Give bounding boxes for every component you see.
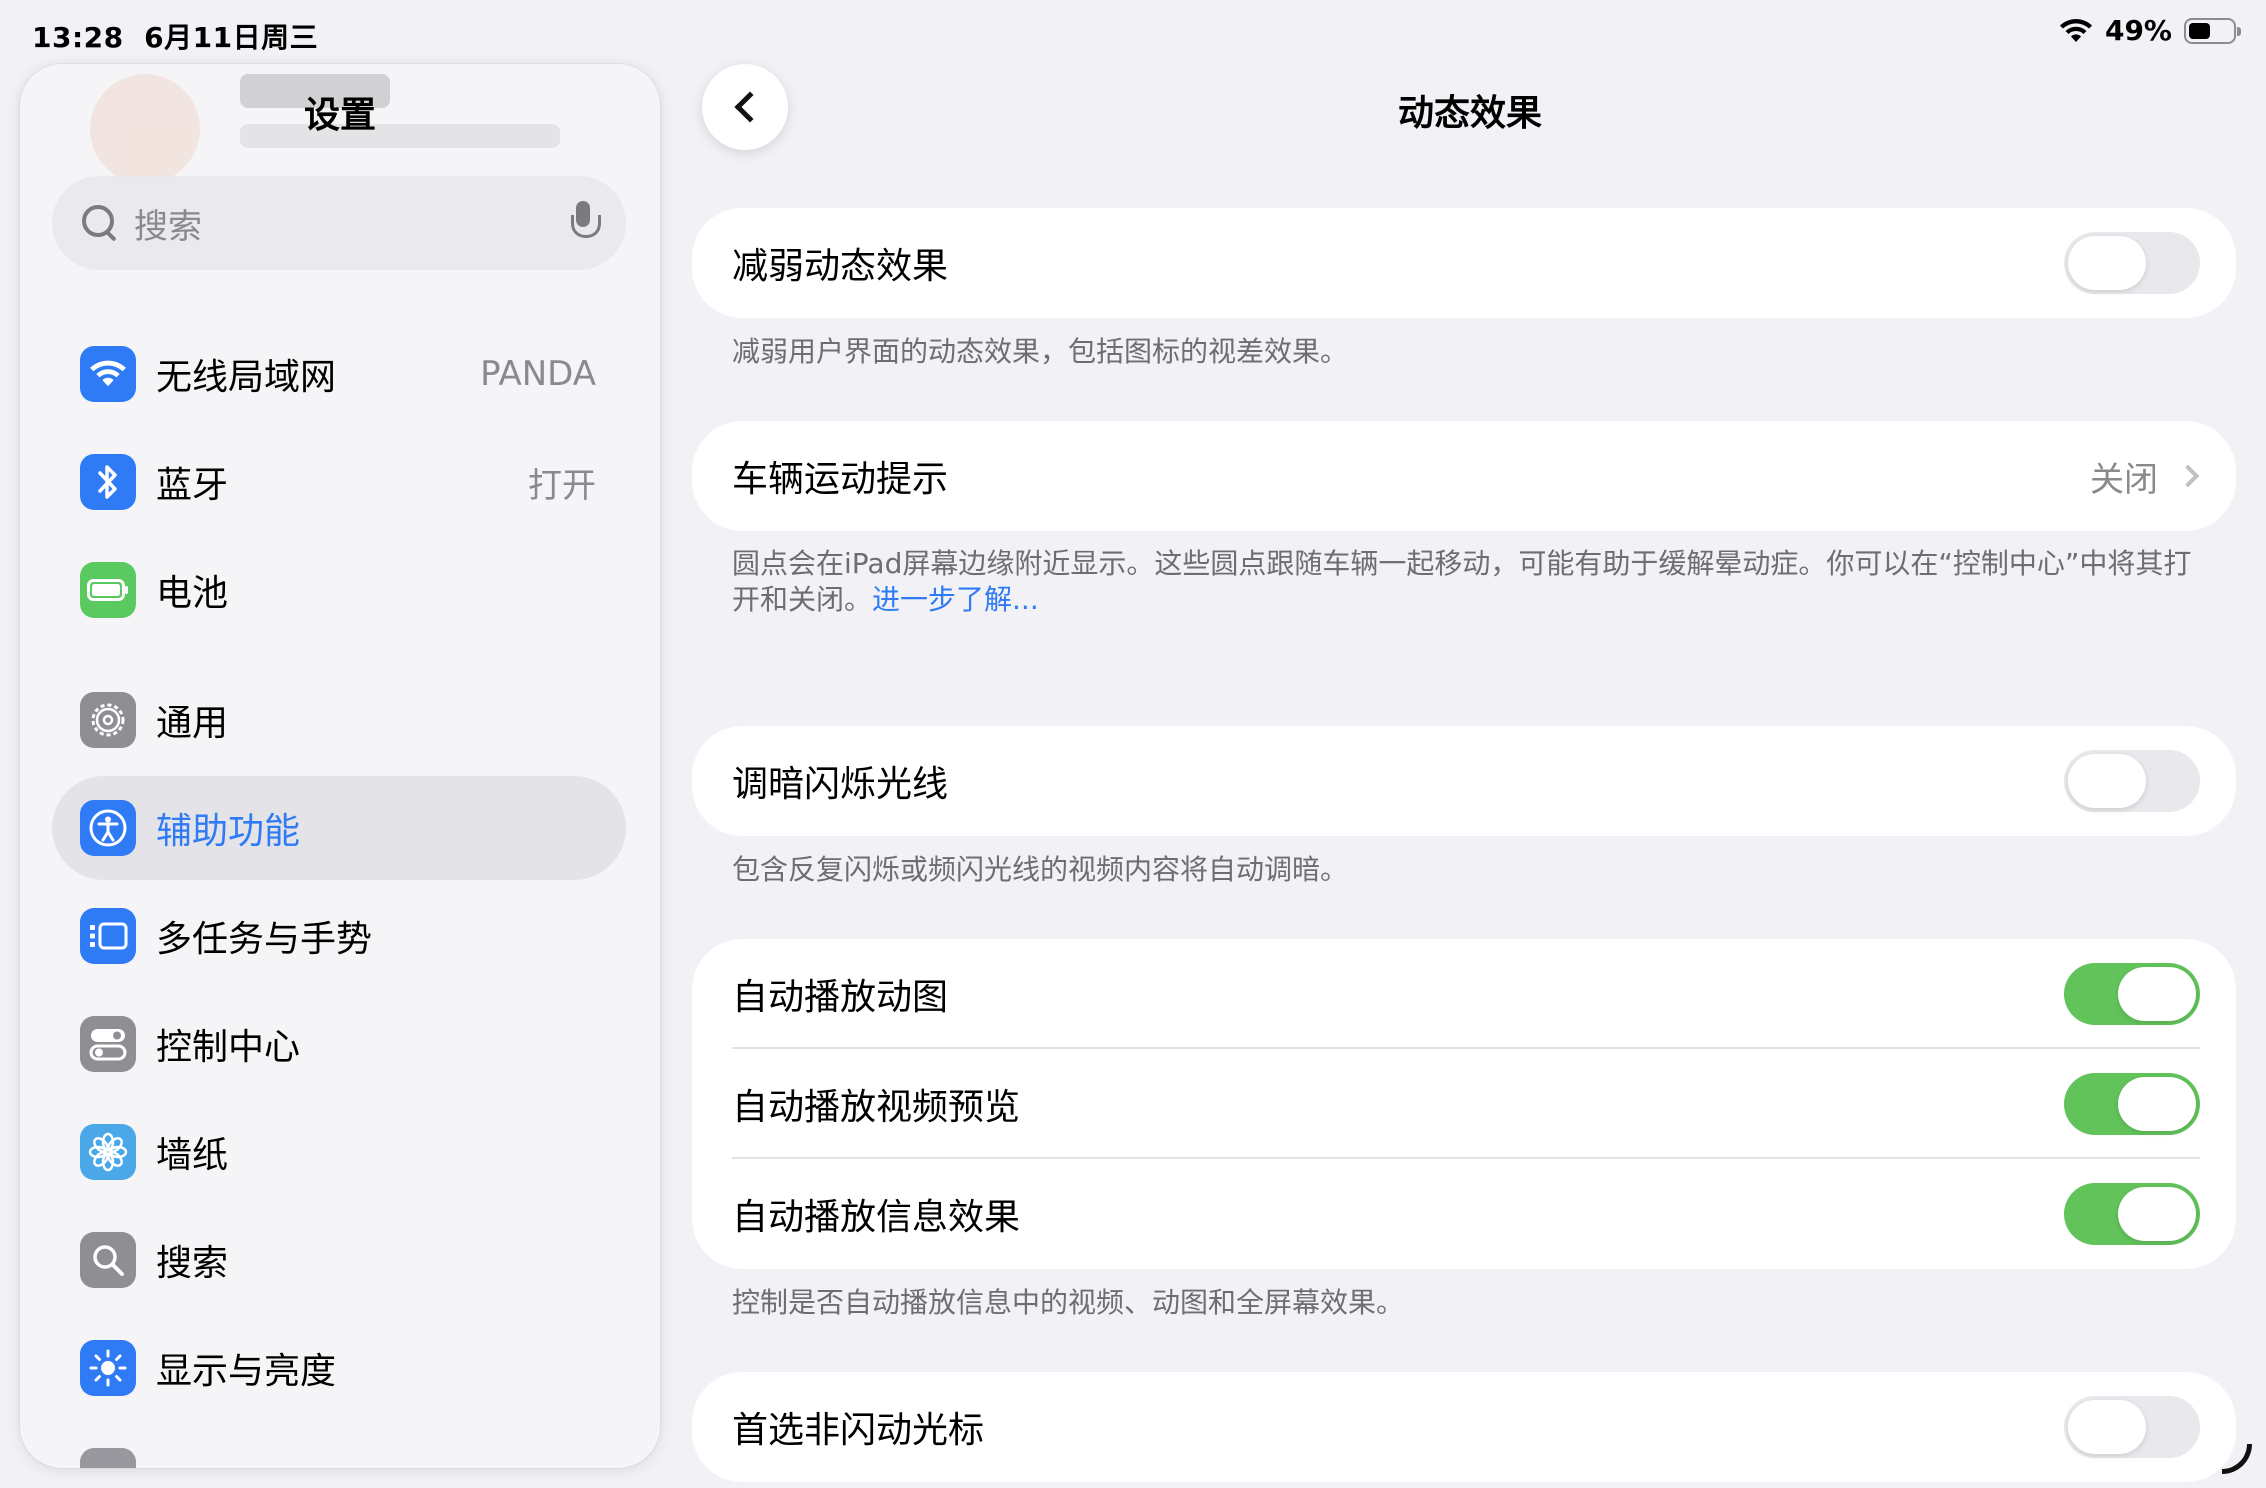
row-label: 自动播放视频预览	[732, 1087, 1021, 1128]
sidebar-item-search[interactable]: 搜索	[52, 1208, 626, 1312]
sidebar-item-label: 无线局域网	[156, 357, 337, 398]
bluetooth-icon	[80, 454, 136, 510]
status-clock: 13:28	[32, 21, 124, 54]
sidebar-item-display-brightness[interactable]: 显示与亮度	[52, 1316, 626, 1420]
dim-flashing-toggle[interactable]	[2064, 750, 2200, 812]
camera-icon	[80, 1448, 136, 1468]
row-label: 首选非闪动光标	[732, 1410, 985, 1451]
settings-sidebar: 设置 搜索 无线局域网 PANDA 蓝牙 打开 电池 通用 辅助功能 多任务与手…	[20, 64, 660, 1468]
dim-flashing-row[interactable]: 调暗闪烁光线	[692, 726, 2236, 836]
sidebar-item-label: 多任务与手势	[156, 919, 373, 960]
wallpaper-icon	[80, 1124, 136, 1180]
vehicle-motion-row[interactable]: 车辆运动提示 关闭	[692, 421, 2236, 531]
sidebar-item-label: 辅助功能	[156, 811, 301, 852]
chevron-right-icon	[2176, 464, 2200, 488]
sidebar-item-battery[interactable]: 电池	[52, 538, 626, 642]
autoplay-video-previews-toggle[interactable]	[2064, 1073, 2200, 1135]
wifi-status-icon	[2059, 18, 2092, 42]
reduce-motion-toggle[interactable]	[2064, 232, 2200, 294]
row-value: 关闭	[2090, 459, 2158, 500]
row-label: 调暗闪烁光线	[732, 764, 949, 805]
gear-icon	[80, 692, 136, 748]
dim-flashing-footer: 包含反复闪烁或频闪光线的视频内容将自动调暗。	[732, 853, 1349, 886]
sidebar-item-label: 控制中心	[156, 1027, 301, 1068]
autoplay-message-effects-toggle[interactable]	[2064, 1183, 2200, 1245]
sidebar-item-value: 打开	[528, 465, 596, 506]
non-blinking-cursor-group: 首选非闪动光标	[692, 1372, 2236, 1482]
non-blinking-cursor-toggle[interactable]	[2064, 1396, 2200, 1458]
autoplay-footer: 控制是否自动播放信息中的视频、动图和全屏幕效果。	[732, 1286, 1405, 1319]
sidebar-item-control-center[interactable]: 控制中心	[52, 992, 626, 1096]
reduce-motion-footer: 减弱用户界面的动态效果，包括图标的视差效果。	[732, 335, 1349, 368]
row-label: 车辆运动提示	[732, 459, 949, 500]
battery-status-icon	[2184, 17, 2241, 44]
sidebar-title: 设置	[303, 95, 376, 136]
sidebar-item-label: 墙纸	[156, 1135, 229, 1176]
sidebar-item-multitasking[interactable]: 多任务与手势	[52, 884, 626, 988]
battery-percent: 49%	[2104, 14, 2172, 47]
search-input[interactable]: 搜索	[52, 176, 626, 270]
vehicle-motion-group: 车辆运动提示 关闭	[692, 421, 2236, 531]
autoplay-group: 自动播放动图 自动播放视频预览 自动播放信息效果	[692, 939, 2236, 1269]
multitasking-icon	[80, 908, 136, 964]
battery-icon	[80, 562, 136, 618]
autoplay-animated-images-row[interactable]: 自动播放动图	[692, 939, 2236, 1049]
sidebar-item-wallpaper[interactable]: 墙纸	[52, 1100, 626, 1204]
battery-level-fill	[2189, 22, 2210, 39]
chevron-left-icon	[734, 91, 766, 123]
autoplay-animated-images-toggle[interactable]	[2064, 963, 2200, 1025]
sidebar-item-camera-partial[interactable]	[52, 1424, 626, 1468]
autoplay-message-effects-row[interactable]: 自动播放信息效果	[692, 1159, 2236, 1269]
accessibility-icon	[80, 800, 136, 856]
search-app-icon	[80, 1232, 136, 1288]
sidebar-item-general[interactable]: 通用	[52, 668, 626, 772]
control-center-icon	[80, 1016, 136, 1072]
search-icon	[80, 203, 120, 243]
back-button[interactable]	[702, 64, 788, 150]
row-label: 减弱动态效果	[732, 246, 949, 287]
sidebar-item-bluetooth[interactable]: 蓝牙 打开	[52, 430, 626, 534]
sidebar-item-label: 显示与亮度	[156, 1351, 337, 1392]
sidebar-item-label: 通用	[156, 703, 229, 744]
autoplay-video-previews-row[interactable]: 自动播放视频预览	[692, 1049, 2236, 1159]
row-label: 自动播放动图	[732, 977, 949, 1018]
row-label: 自动播放信息效果	[732, 1197, 1021, 1238]
status-date: 6月11日周三	[144, 21, 319, 54]
vehicle-motion-footer: 圆点会在iPad屏幕边缘附近显示。这些圆点跟随车辆一起移动，可能有助于缓解晕动症…	[732, 546, 2192, 618]
window-resize-handle[interactable]	[2222, 1444, 2252, 1474]
reduce-motion-row[interactable]: 减弱动态效果	[692, 208, 2236, 318]
sidebar-item-label: 搜索	[156, 1243, 229, 1284]
non-blinking-cursor-row[interactable]: 首选非闪动光标	[692, 1372, 2236, 1482]
status-indicators: 49%	[2059, 14, 2241, 47]
sidebar-item-accessibility[interactable]: 辅助功能	[52, 776, 626, 880]
search-placeholder: 搜索	[134, 206, 202, 247]
learn-more-link[interactable]: 进一步了解...	[872, 583, 1039, 616]
dim-flashing-group: 调暗闪烁光线	[692, 726, 2236, 836]
sidebar-item-wifi[interactable]: 无线局域网 PANDA	[52, 322, 626, 426]
wifi-icon	[80, 346, 136, 402]
sidebar-item-label: 蓝牙	[156, 465, 229, 506]
status-time: 13:28 6月11日周三	[32, 16, 318, 56]
microphone-icon[interactable]	[568, 201, 601, 245]
sidebar-item-label: 电池	[156, 573, 229, 614]
brightness-icon	[80, 1340, 136, 1396]
page-title: 动态效果	[1397, 93, 1542, 134]
sidebar-item-value: PANDA	[480, 354, 596, 394]
reduce-motion-group: 减弱动态效果	[692, 208, 2236, 318]
